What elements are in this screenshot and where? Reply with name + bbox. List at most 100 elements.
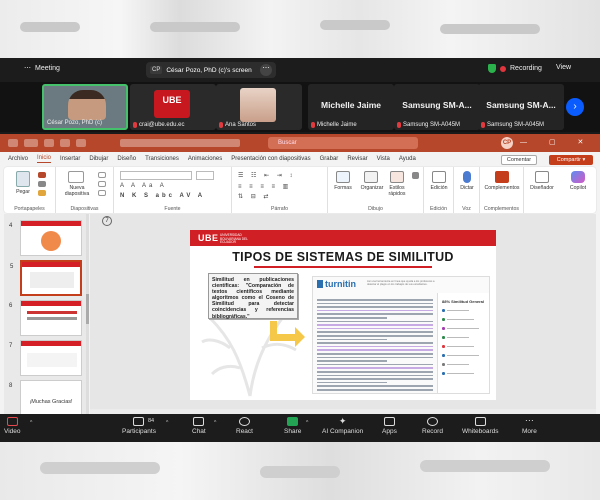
- participant-tile[interactable]: Ana Santos: [216, 84, 302, 130]
- video-button[interactable]: Video: [4, 417, 21, 435]
- ribbon-tab[interactable]: Inicio: [37, 155, 52, 163]
- video-options-chevron-icon[interactable]: ^: [30, 420, 32, 426]
- similarity-source-row[interactable]: [442, 318, 474, 321]
- meeting-menu-button[interactable]: ⋯ Meeting: [24, 64, 60, 73]
- copy-icon[interactable]: [38, 181, 46, 187]
- arrange-icon[interactable]: [364, 171, 378, 183]
- share-screen-button[interactable]: Share: [284, 417, 301, 435]
- new-slide-icon[interactable]: [68, 171, 84, 183]
- save-icon[interactable]: [44, 139, 54, 147]
- scrollbar-thumb[interactable]: [86, 294, 89, 324]
- ribbon-group-paragraph: ☰ ☷ ⇤ ⇥ ↕ ≡ ≡ ≡ ≡ ▥ ⇅ ⊟ ⇄ Párrafo: [232, 167, 328, 213]
- ribbon-tab[interactable]: Animaciones: [188, 156, 222, 162]
- font-family-select[interactable]: [120, 171, 192, 180]
- participant-tile[interactable]: UBE crai@ube.edu.ec: [130, 84, 216, 130]
- comment-button[interactable]: Comentar: [501, 155, 537, 165]
- text-direction-buttons[interactable]: ⇅ ⊟ ⇄: [238, 193, 271, 200]
- similarity-source-row[interactable]: [442, 363, 469, 366]
- autosave-toggle[interactable]: [24, 139, 38, 147]
- redo-icon[interactable]: [76, 139, 86, 147]
- participant-tile[interactable]: César Pozo, PhD (c): [42, 84, 128, 130]
- ribbon-tab[interactable]: Revisar: [347, 156, 367, 162]
- ribbon-tab[interactable]: Presentación con diapositivas: [231, 156, 310, 162]
- reset-icon[interactable]: [98, 181, 106, 187]
- designer-icon[interactable]: [535, 171, 549, 183]
- similarity-source-row[interactable]: [442, 354, 479, 357]
- react-button[interactable]: React: [236, 417, 253, 435]
- next-page-arrow-icon[interactable]: ›: [566, 98, 584, 116]
- participant-tile[interactable]: Michelle Jaime Michelle Jaime: [308, 84, 394, 130]
- ribbon-tab[interactable]: Insertar: [60, 156, 80, 162]
- addins-icon[interactable]: [495, 171, 509, 183]
- view-menu-button[interactable]: View: [556, 64, 571, 71]
- screen-share-indicator[interactable]: CP César Pozo, PhD (c)'s screen ⋯: [146, 62, 276, 78]
- similarity-source-row[interactable]: [442, 309, 469, 312]
- thumbnail-scrollbar[interactable]: [86, 214, 89, 414]
- mic-muted-icon: [481, 122, 485, 128]
- similarity-source-row[interactable]: [442, 336, 469, 339]
- find-icon[interactable]: [432, 171, 446, 183]
- ribbon-tab[interactable]: Diseño: [117, 156, 136, 162]
- layout-icon[interactable]: [98, 172, 106, 178]
- shapes-label: Formas: [334, 185, 352, 191]
- font-format-buttons[interactable]: N K S abc AV A: [120, 193, 205, 199]
- ribbon-tab[interactable]: Ayuda: [399, 156, 416, 162]
- participant-tile[interactable]: Samsung SM-A... Samsung SM-A045M: [394, 84, 480, 130]
- arrow-head-shape[interactable]: [295, 327, 305, 347]
- ai-companion-button[interactable]: ✦ AI Companion: [322, 417, 363, 436]
- thumbnail-graphic: [27, 317, 77, 320]
- avatar[interactable]: CP: [501, 137, 513, 149]
- slide-thumbnail[interactable]: 6: [9, 300, 82, 336]
- slide-thumbnail[interactable]: 8 ¡Muchas Gracias!: [9, 380, 82, 416]
- apps-button[interactable]: Apps: [382, 417, 397, 435]
- slide-thumbnail[interactable]: 7: [9, 340, 82, 376]
- ribbon-tab[interactable]: Grabar: [320, 156, 339, 162]
- more-options-icon[interactable]: ⋯: [260, 64, 272, 76]
- undo-icon[interactable]: [60, 139, 70, 147]
- ribbon-tab[interactable]: Transiciones: [145, 156, 179, 162]
- recording-indicator[interactable]: Recording: [488, 64, 542, 73]
- shape-fill-icon[interactable]: [412, 172, 419, 179]
- blurred-text: [40, 462, 160, 474]
- more-button[interactable]: ⋯ More: [522, 416, 537, 436]
- quick-styles-icon[interactable]: [390, 171, 404, 183]
- align-buttons[interactable]: ≡ ≡ ≡ ≡ ▥: [238, 183, 291, 190]
- app-icon[interactable]: [8, 139, 18, 147]
- window-controls[interactable]: — ▢ ✕: [520, 138, 593, 146]
- document-text-line: [317, 363, 433, 366]
- whiteboards-button[interactable]: Whiteboards: [462, 417, 499, 435]
- cut-icon[interactable]: [38, 172, 46, 178]
- description-textbox[interactable]: Similitud en publicaciones científicas: …: [208, 273, 298, 320]
- format-painter-icon[interactable]: [38, 190, 46, 196]
- search-input[interactable]: Buscar: [268, 137, 418, 149]
- participants-chevron-icon[interactable]: ^: [166, 420, 168, 426]
- record-button[interactable]: Record: [422, 417, 443, 435]
- ribbon-tab[interactable]: Dibujar: [89, 156, 108, 162]
- arrow-shape[interactable]: [270, 334, 296, 341]
- logo-text: UBE: [162, 95, 182, 105]
- ribbon-tab[interactable]: Archivo: [8, 156, 28, 162]
- paste-icon[interactable]: [16, 171, 30, 187]
- list-buttons[interactable]: ☰ ☷ ⇤ ⇥ ↕: [238, 172, 295, 179]
- document-text-line: [317, 306, 433, 308]
- participant-tile[interactable]: Samsung SM-A... Samsung SM-A045M: [478, 84, 564, 130]
- share-button[interactable]: Compartir ▾: [549, 155, 593, 165]
- ribbon-tab[interactable]: Vista: [377, 156, 390, 162]
- copilot-icon[interactable]: [571, 171, 585, 183]
- chat-button[interactable]: Chat: [192, 417, 206, 435]
- shapes-icon[interactable]: [336, 171, 350, 183]
- similarity-source-row[interactable]: [442, 345, 474, 348]
- slide-thumbnail-selected[interactable]: 5: [10, 260, 82, 296]
- turnitin-screenshot-image[interactable]: turnitin Así una herramienta en línea qu…: [312, 276, 490, 394]
- slide-thumbnail[interactable]: 4: [9, 220, 82, 256]
- microphone-icon[interactable]: [463, 171, 471, 183]
- share-chevron-icon[interactable]: ^: [306, 420, 308, 426]
- section-icon[interactable]: [98, 190, 106, 196]
- similarity-source-row[interactable]: [442, 372, 474, 375]
- similarity-source-row[interactable]: [442, 327, 479, 330]
- font-size-buttons[interactable]: A A Aa A: [120, 183, 167, 189]
- font-size-select[interactable]: [196, 171, 214, 180]
- chat-chevron-icon[interactable]: ^: [214, 420, 216, 426]
- recording-label: Recording: [510, 65, 542, 72]
- current-slide[interactable]: UBE UNIVERSIDAD BOLIVARIANA DEL ECUADOR …: [190, 230, 496, 400]
